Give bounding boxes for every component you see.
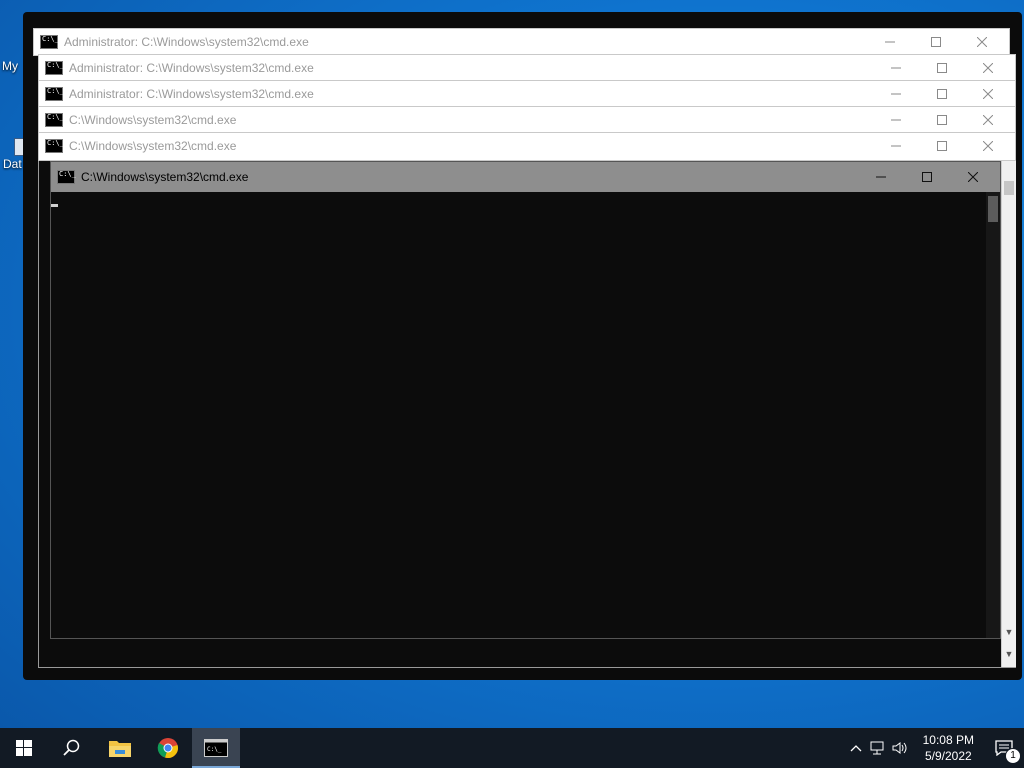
titlebar[interactable]: Administrator: C:\Windows\system32\cmd.e… [39,81,1015,107]
scroll-down-arrow-icon[interactable]: ▼ [1002,647,1016,661]
clock-time: 10:08 PM [922,733,974,747]
cmd-taskbar-button[interactable]: C:\_ [192,728,240,768]
close-button[interactable] [965,133,1011,159]
active-window-title: C:\Windows\system32\cmd.exe [81,170,249,184]
scrollbar-thumb[interactable] [988,196,998,222]
network-icon[interactable] [867,728,889,768]
system-tray: 10:08 PM 5/9/2022 1 [845,728,1024,768]
search-icon [63,739,80,756]
action-center-button[interactable]: 1 [984,728,1024,768]
cmd-icon [57,170,76,184]
titlebar[interactable]: Administrator: C:\Windows\system32\cmd.e… [39,55,1015,81]
scroll-down-arrow-icon[interactable]: ▼ [1002,625,1016,639]
folder-icon [109,741,131,757]
window-title: C:\Windows\system32\cmd.exe [69,113,237,127]
cmd-icon: C:\_ [204,739,228,757]
scrollbar-thumb[interactable] [1004,181,1014,195]
notification-badge: 1 [1005,748,1021,764]
close-button[interactable] [965,81,1011,107]
active-cmd-window[interactable]: C:\Windows\system32\cmd.exe [50,161,1001,639]
console-output[interactable] [51,192,986,638]
cmd-icon [45,87,64,101]
minimize-button[interactable] [873,107,919,133]
svg-text:C:\_: C:\_ [207,746,222,753]
cmd-icon [40,35,59,49]
desktop-icon-label-my[interactable]: My [2,59,18,73]
close-button[interactable] [965,55,1011,81]
maximize-button[interactable] [919,107,965,133]
background-scrollbar[interactable]: ▼ ▼ [1001,161,1016,667]
text-cursor [51,204,58,207]
window-title: Administrator: C:\Windows\system32\cmd.e… [69,61,314,75]
maximize-button[interactable] [919,81,965,107]
titlebar[interactable]: C:\Windows\system32\cmd.exe [39,107,1015,133]
desktop-icon-label-dat[interactable]: Dat [3,157,22,171]
cmd-window-5[interactable]: C:\Windows\system32\cmd.exe [38,132,1016,161]
close-button[interactable] [959,29,1005,55]
minimize-button[interactable] [873,133,919,159]
active-titlebar[interactable]: C:\Windows\system32\cmd.exe [51,162,1000,192]
minimize-button[interactable] [873,55,919,81]
window-title: Administrator: C:\Windows\system32\cmd.e… [69,87,314,101]
cmd-window-2[interactable]: Administrator: C:\Windows\system32\cmd.e… [38,54,1016,82]
maximize-button[interactable] [913,29,959,55]
maximize-button[interactable] [919,55,965,81]
windows-logo-icon [16,740,32,756]
window-title: Administrator: C:\Windows\system32\cmd.e… [64,35,309,49]
maximize-button[interactable] [904,162,950,192]
console-scrollbar[interactable] [986,192,1000,638]
chrome-icon [157,738,178,758]
titlebar[interactable]: Administrator: C:\Windows\system32\cmd.e… [34,29,1009,55]
minimize-button[interactable] [873,81,919,107]
start-button[interactable] [0,728,48,768]
cmd-icon [45,113,64,127]
file-explorer-button[interactable] [96,728,144,768]
window-title: C:\Windows\system32\cmd.exe [69,139,237,153]
close-button[interactable] [965,107,1011,133]
cmd-window-1[interactable]: Administrator: C:\Windows\system32\cmd.e… [33,28,1010,56]
chevron-up-icon[interactable] [845,728,867,768]
volume-icon[interactable] [889,728,911,768]
chrome-button[interactable] [144,728,192,768]
taskbar: C:\_ 10:08 PM 5/9/2022 1 [0,728,1024,768]
clock[interactable]: 10:08 PM 5/9/2022 [923,732,974,764]
cmd-icon [45,139,64,153]
maximize-button[interactable] [919,133,965,159]
minimize-button[interactable] [858,162,904,192]
cmd-window-4[interactable]: C:\Windows\system32\cmd.exe [38,106,1016,134]
minimize-button[interactable] [867,29,913,55]
close-button[interactable] [950,162,996,192]
clock-date: 5/9/2022 [924,749,972,763]
titlebar[interactable]: C:\Windows\system32\cmd.exe [39,133,1015,159]
search-button[interactable] [48,728,96,768]
cmd-window-3[interactable]: Administrator: C:\Windows\system32\cmd.e… [38,80,1016,108]
cmd-icon [45,61,64,75]
